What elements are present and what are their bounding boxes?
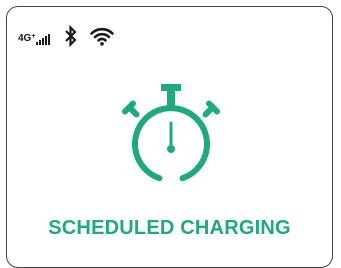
status-bar: 4G+ <box>18 24 115 52</box>
bluetooth-icon <box>64 24 78 52</box>
screen-title: SCHEDULED CHARGING <box>48 217 291 239</box>
cellular-signal: 4G+ <box>18 31 51 45</box>
wifi-icon <box>90 26 115 51</box>
network-type-label: 4G+ <box>18 33 36 44</box>
stopwatch-icon <box>121 81 221 190</box>
signal-bars-icon <box>36 34 51 45</box>
device-screen: 4G+ SCHEDULED CHARGING <box>6 6 333 268</box>
